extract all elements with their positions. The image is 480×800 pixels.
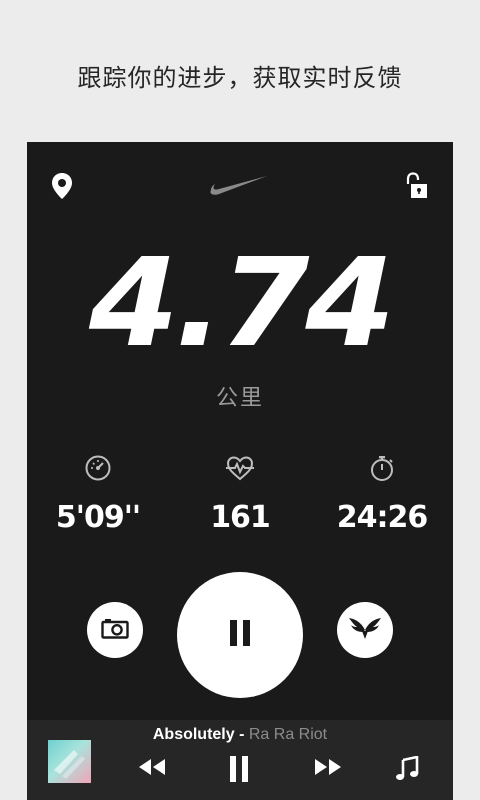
distance-value: 4.74	[88, 232, 395, 374]
heart-rate-value: 161	[210, 500, 271, 535]
heart-rate-stat: 161	[169, 454, 311, 535]
distance-unit: 公里	[215, 386, 264, 411]
stopwatch-icon	[311, 454, 453, 486]
album-art[interactable]	[48, 740, 91, 783]
now-playing: Absolutely - Ra Ra Riot	[27, 726, 453, 744]
promo-caption: 跟踪你的进步，获取实时反馈	[77, 64, 403, 92]
pause-run-button[interactable]	[177, 572, 303, 698]
duration-stat: 24:26	[311, 454, 453, 535]
music-note-icon[interactable]	[395, 755, 419, 786]
rewind-icon[interactable]	[137, 756, 167, 782]
heart-pulse-icon	[169, 454, 311, 486]
fast-forward-icon[interactable]	[313, 756, 343, 782]
music-player-bar: Absolutely - Ra Ra Riot	[27, 720, 453, 800]
nike-swoosh-logo	[209, 172, 269, 200]
location-pin-icon[interactable]	[51, 172, 73, 204]
run-screen: 4.74 公里 5'09'' 161 24:26 Absolutely - Ra…	[27, 142, 453, 800]
unlocked-padlock-icon[interactable]	[405, 172, 429, 204]
track-artist: Ra Ra Riot	[248, 726, 328, 743]
cheer-button[interactable]	[337, 602, 393, 658]
track-separator: -	[234, 726, 249, 743]
camera-button[interactable]	[87, 602, 143, 658]
track-title: Absolutely	[152, 726, 235, 743]
winged-cheer-icon	[348, 616, 382, 644]
pause-icon	[228, 620, 252, 650]
speedometer-icon	[27, 454, 169, 486]
player-pause-icon[interactable]	[227, 756, 251, 786]
pace-stat: 5'09''	[27, 454, 169, 535]
pace-value: 5'09''	[55, 500, 141, 535]
duration-value: 24:26	[336, 500, 429, 535]
camera-icon	[101, 617, 129, 643]
